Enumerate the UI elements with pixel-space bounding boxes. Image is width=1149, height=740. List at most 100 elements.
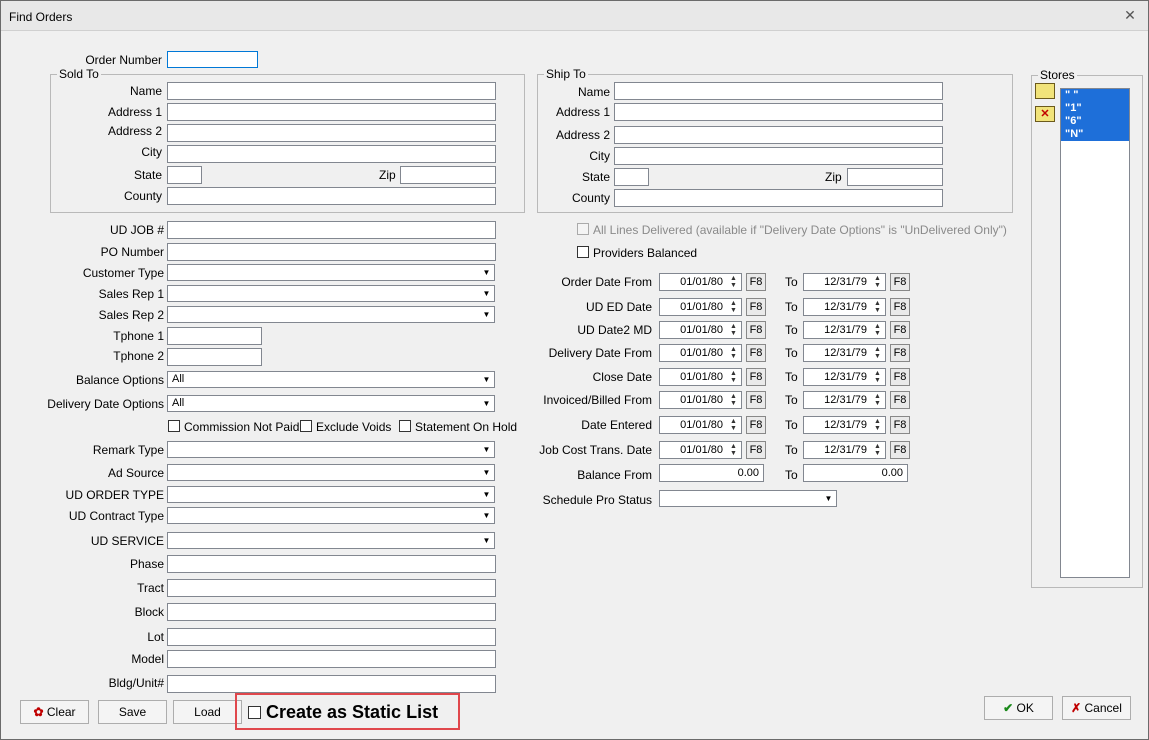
store-item[interactable]: "N" [1061, 128, 1129, 141]
sold-to-address1-input[interactable] [167, 103, 496, 121]
spinner-icon[interactable]: ▲ ▼ [727, 275, 740, 289]
date-from-input[interactable]: 01/01/80 ▲ ▼ [659, 298, 742, 316]
ship-to-county-input[interactable] [614, 189, 943, 207]
delivery-date-options-select[interactable]: All ▼ [167, 395, 495, 412]
save-button[interactable]: Save [98, 700, 167, 724]
date-to-input[interactable]: 12/31/79 ▲ ▼ [803, 441, 886, 459]
spinner-icon[interactable]: ▲ ▼ [871, 370, 884, 384]
spinner-icon[interactable]: ▲ ▼ [727, 418, 740, 432]
spinner-icon[interactable]: ▲ ▼ [871, 323, 884, 337]
lot-input[interactable] [167, 628, 496, 646]
exclude-voids-checkbox[interactable] [300, 420, 312, 432]
sold-to-zip-input[interactable] [400, 166, 496, 184]
order-number-input[interactable] [167, 51, 258, 68]
sales-rep1-select[interactable]: ▼ [167, 285, 495, 302]
balance-options-select[interactable]: All ▼ [167, 371, 495, 388]
f8-button[interactable]: F8 [746, 368, 766, 386]
date-from-input[interactable]: 01/01/80 ▲ ▼ [659, 344, 742, 362]
f8-button[interactable]: F8 [890, 273, 910, 291]
stores-list[interactable]: " " "1" "6" "N" [1060, 88, 1130, 578]
balance-to-input[interactable]: 0.00 [803, 464, 908, 482]
spinner-icon[interactable]: ▲ ▼ [871, 418, 884, 432]
date-to-input[interactable]: 12/31/79 ▲ ▼ [803, 368, 886, 386]
balance-from-input[interactable]: 0.00 [659, 464, 764, 482]
f8-button[interactable]: F8 [746, 321, 766, 339]
tract-input[interactable] [167, 579, 496, 597]
ship-to-city-input[interactable] [614, 147, 943, 165]
schedule-pro-status-select[interactable]: ▼ [659, 490, 837, 507]
providers-balanced-checkbox[interactable] [577, 246, 589, 258]
date-from-input[interactable]: 01/01/80 ▲ ▼ [659, 441, 742, 459]
clear-button[interactable]: ✿ Clear [20, 700, 89, 724]
f8-button[interactable]: F8 [890, 321, 910, 339]
ok-button[interactable]: ✔ OK [984, 696, 1053, 720]
sold-to-address2-input[interactable] [167, 124, 496, 142]
spinner-icon[interactable]: ▲ ▼ [871, 300, 884, 314]
spinner-icon[interactable]: ▲ ▼ [727, 323, 740, 337]
model-input[interactable] [167, 650, 496, 668]
f8-button[interactable]: F8 [746, 416, 766, 434]
sold-to-name-input[interactable] [167, 82, 496, 100]
spinner-icon[interactable]: ▲ ▼ [727, 443, 740, 457]
all-lines-delivered-checkbox[interactable] [577, 223, 589, 235]
f8-button[interactable]: F8 [746, 273, 766, 291]
f8-button[interactable]: F8 [746, 391, 766, 409]
spinner-icon[interactable]: ▲ ▼ [727, 300, 740, 314]
f8-button[interactable]: F8 [890, 368, 910, 386]
tphone1-input[interactable] [167, 327, 262, 345]
store-item[interactable]: "6" [1061, 115, 1129, 128]
f8-button[interactable]: F8 [746, 441, 766, 459]
spinner-icon[interactable]: ▲ ▼ [727, 393, 740, 407]
sold-to-city-input[interactable] [167, 145, 496, 163]
f8-button[interactable]: F8 [890, 416, 910, 434]
f8-button[interactable]: F8 [890, 344, 910, 362]
date-to-input[interactable]: 12/31/79 ▲ ▼ [803, 298, 886, 316]
sold-to-county-input[interactable] [167, 187, 496, 205]
date-to-input[interactable]: 12/31/79 ▲ ▼ [803, 416, 886, 434]
date-to-input[interactable]: 12/31/79 ▲ ▼ [803, 391, 886, 409]
customer-type-select[interactable]: ▼ [167, 264, 495, 281]
clear-stores-icon[interactable]: ✕ [1035, 106, 1055, 122]
ud-order-type-select[interactable]: ▼ [167, 486, 495, 503]
ship-to-address1-input[interactable] [614, 103, 943, 121]
ud-job-input[interactable] [167, 221, 496, 239]
ud-contract-type-select[interactable]: ▼ [167, 507, 495, 524]
spinner-icon[interactable]: ▲ ▼ [727, 370, 740, 384]
spinner-icon[interactable]: ▲ ▼ [871, 275, 884, 289]
f8-button[interactable]: F8 [890, 391, 910, 409]
f8-button[interactable]: F8 [890, 298, 910, 316]
po-number-input[interactable] [167, 243, 496, 261]
ship-to-name-input[interactable] [614, 82, 943, 100]
store-item[interactable]: "1" [1061, 102, 1129, 115]
ud-service-select[interactable]: ▼ [167, 532, 495, 549]
close-icon[interactable]: ✕ [1120, 5, 1140, 25]
f8-button[interactable]: F8 [746, 344, 766, 362]
spinner-icon[interactable]: ▲ ▼ [727, 346, 740, 360]
date-from-input[interactable]: 01/01/80 ▲ ▼ [659, 321, 742, 339]
ship-to-zip-input[interactable] [847, 168, 943, 186]
spinner-icon[interactable]: ▲ ▼ [871, 393, 884, 407]
f8-button[interactable]: F8 [746, 298, 766, 316]
block-input[interactable] [167, 603, 496, 621]
date-from-input[interactable]: 01/01/80 ▲ ▼ [659, 273, 742, 291]
select-all-stores-icon[interactable] [1035, 83, 1055, 99]
date-to-input[interactable]: 12/31/79 ▲ ▼ [803, 344, 886, 362]
date-to-input[interactable]: 12/31/79 ▲ ▼ [803, 321, 886, 339]
bldg-unit-input[interactable] [167, 675, 496, 693]
date-to-input[interactable]: 12/31/79 ▲ ▼ [803, 273, 886, 291]
spinner-icon[interactable]: ▲ ▼ [871, 443, 884, 457]
create-static-list-checkbox[interactable] [248, 706, 261, 719]
date-from-input[interactable]: 01/01/80 ▲ ▼ [659, 368, 742, 386]
cancel-button[interactable]: ✗ Cancel [1062, 696, 1131, 720]
ship-to-address2-input[interactable] [614, 126, 943, 144]
date-from-input[interactable]: 01/01/80 ▲ ▼ [659, 391, 742, 409]
sales-rep2-select[interactable]: ▼ [167, 306, 495, 323]
sold-to-state-input[interactable] [167, 166, 202, 184]
tphone2-input[interactable] [167, 348, 262, 366]
ship-to-state-input[interactable] [614, 168, 649, 186]
f8-button[interactable]: F8 [890, 441, 910, 459]
load-button[interactable]: Load [173, 700, 242, 724]
commission-not-paid-checkbox[interactable] [168, 420, 180, 432]
remark-type-select[interactable]: ▼ [167, 441, 495, 458]
ad-source-select[interactable]: ▼ [167, 464, 495, 481]
